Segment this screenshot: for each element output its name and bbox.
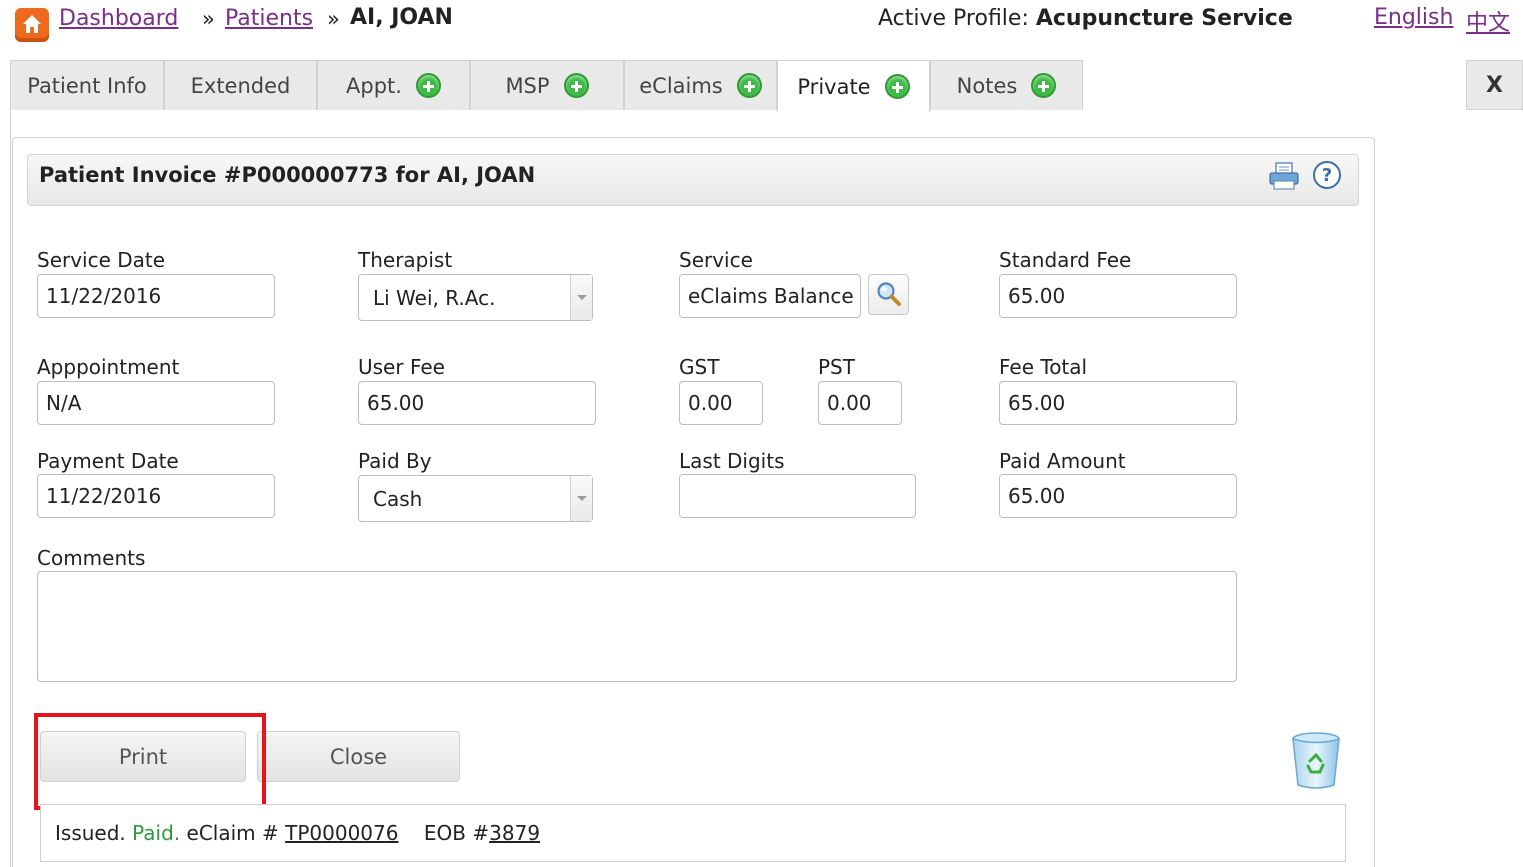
tab-label: eClaims <box>639 73 723 98</box>
paid-amount-field[interactable]: 65.00 <box>999 474 1237 518</box>
gst-field[interactable]: 0.00 <box>679 381 763 425</box>
breadcrumb-separator: » <box>327 7 340 31</box>
standard-fee-label: Standard Fee <box>999 248 1132 272</box>
home-icon[interactable] <box>15 8 49 42</box>
status-paid: Paid. <box>132 821 181 845</box>
invoice-status-bar: Issued. Paid. eClaim # TP0000076 EOB #38… <box>40 804 1346 862</box>
tab-private[interactable]: Private <box>777 60 930 112</box>
service-field[interactable]: eClaims Balance <box>679 274 861 318</box>
service-date-label: Service Date <box>37 248 166 272</box>
language-chinese-link[interactable]: 中文 <box>1466 5 1510 37</box>
paid-by-value: Cash <box>373 486 423 511</box>
print-button-highlight <box>34 713 266 810</box>
paid-by-select[interactable]: Cash <box>358 475 593 522</box>
top-bar: Dashboard » Patients » AI, JOAN Active P… <box>0 0 1523 44</box>
tab-label: Extended <box>190 73 291 98</box>
add-notes-icon[interactable] <box>1031 73 1057 98</box>
service-label: Service <box>679 248 753 272</box>
status-issued: Issued. <box>55 821 133 845</box>
tab-msp[interactable]: MSP <box>470 60 624 110</box>
tab-extended[interactable]: Extended <box>164 60 317 110</box>
tab-notes[interactable]: Notes <box>930 60 1083 110</box>
appointment-field[interactable]: N/A <box>37 381 275 425</box>
search-icon <box>877 282 901 306</box>
therapist-select[interactable]: Li Wei, R.Ac. <box>358 274 593 321</box>
gst-label: GST <box>679 355 720 379</box>
add-appt-icon[interactable] <box>415 73 441 98</box>
last-digits-field[interactable] <box>679 474 916 518</box>
active-profile-label: Active Profile: <box>878 6 1036 31</box>
page-border <box>10 110 11 867</box>
close-tab-button[interactable]: X <box>1466 60 1523 110</box>
therapist-value: Li Wei, R.Ac. <box>373 285 496 310</box>
user-fee-label: User Fee <box>358 355 445 379</box>
tab-label: Patient Info <box>27 73 147 98</box>
tab-appt[interactable]: Appt. <box>317 60 470 110</box>
printer-icon[interactable] <box>1269 162 1299 190</box>
chevron-down-icon[interactable] <box>570 476 592 521</box>
tab-eclaims[interactable]: eClaims <box>624 60 777 110</box>
payment-date-field[interactable]: 11/22/2016 <box>37 474 275 518</box>
appointment-label: Apppointment <box>37 355 180 379</box>
add-private-icon[interactable] <box>884 74 910 99</box>
tab-label: Appt. <box>346 73 402 98</box>
comments-label: Comments <box>37 546 146 570</box>
tab-label: MSP <box>505 73 550 98</box>
breadcrumb-current: AI, JOAN <box>350 5 453 30</box>
therapist-label: Therapist <box>358 248 453 272</box>
tab-label: Private <box>797 74 871 99</box>
breadcrumb-patients-link[interactable]: Patients <box>225 6 313 31</box>
active-profile: Active Profile: Acupuncture Service <box>878 6 1293 31</box>
tab-label: Notes <box>956 73 1018 98</box>
paid-by-label: Paid By <box>358 449 432 473</box>
eclaim-number-link[interactable]: TP0000076 <box>285 821 398 845</box>
eclaim-label: eClaim # <box>180 821 286 845</box>
breadcrumb-dashboard-link[interactable]: Dashboard <box>59 6 178 31</box>
eob-label: EOB # <box>398 821 490 845</box>
tab-patient-info[interactable]: Patient Info <box>10 60 164 110</box>
chevron-down-icon[interactable] <box>570 275 592 320</box>
recycle-bin-icon[interactable] <box>1290 731 1342 791</box>
comments-textarea[interactable] <box>37 571 1237 682</box>
fee-total-label: Fee Total <box>999 355 1088 379</box>
service-search-button[interactable] <box>868 274 909 315</box>
eob-number-link[interactable]: 3879 <box>489 821 540 845</box>
payment-date-label: Payment Date <box>37 449 179 473</box>
service-date-field[interactable]: 11/22/2016 <box>37 274 275 318</box>
user-fee-field[interactable]: 65.00 <box>358 381 596 425</box>
help-icon[interactable]: ? <box>1313 161 1341 189</box>
active-profile-name: Acupuncture Service <box>1035 6 1293 31</box>
pst-field[interactable]: 0.00 <box>818 381 902 425</box>
last-digits-label: Last Digits <box>679 449 785 473</box>
breadcrumb-separator: » <box>202 7 215 31</box>
pst-label: PST <box>818 355 855 379</box>
standard-fee-field[interactable]: 65.00 <box>999 274 1237 318</box>
paid-amount-label: Paid Amount <box>999 449 1126 473</box>
invoice-title: Patient Invoice #P000000773 for AI, JOAN <box>39 163 536 187</box>
fee-total-field[interactable]: 65.00 <box>999 381 1237 425</box>
add-eclaims-icon[interactable] <box>736 73 762 98</box>
language-english-link[interactable]: English <box>1374 5 1453 30</box>
close-button[interactable]: Close <box>257 731 460 782</box>
add-msp-icon[interactable] <box>563 73 589 98</box>
